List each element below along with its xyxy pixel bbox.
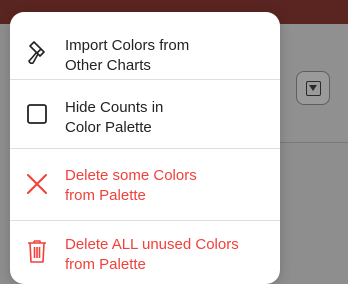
menu-item-label: Hide Counts in Color Palette xyxy=(65,99,164,136)
checkbox-icon xyxy=(24,101,50,127)
paint-brush-icon xyxy=(24,39,50,65)
menu-item-label: Delete ALL unused Colors from Palette xyxy=(65,236,239,273)
menu-item-delete-all-unused[interactable]: Delete ALL unused Colors from Palette xyxy=(10,221,280,284)
options-popover-menu: Import Colors from Other Charts Hide Cou… xyxy=(10,12,280,284)
x-mark-icon xyxy=(24,171,50,197)
menu-item-import-colors[interactable]: Import Colors from Other Charts xyxy=(10,22,280,82)
menu-item-delete-some-colors[interactable]: Delete some Colors from Palette xyxy=(10,149,280,219)
dropdown-triangle-icon xyxy=(305,80,321,96)
dropdown-menu-button[interactable] xyxy=(296,71,330,105)
trash-icon xyxy=(24,238,50,264)
menu-item-label: Import Colors from Other Charts xyxy=(65,37,190,74)
menu-item-hide-counts[interactable]: Hide Counts in Color Palette xyxy=(10,80,280,148)
menu-item-label: Delete some Colors from Palette xyxy=(65,167,197,204)
